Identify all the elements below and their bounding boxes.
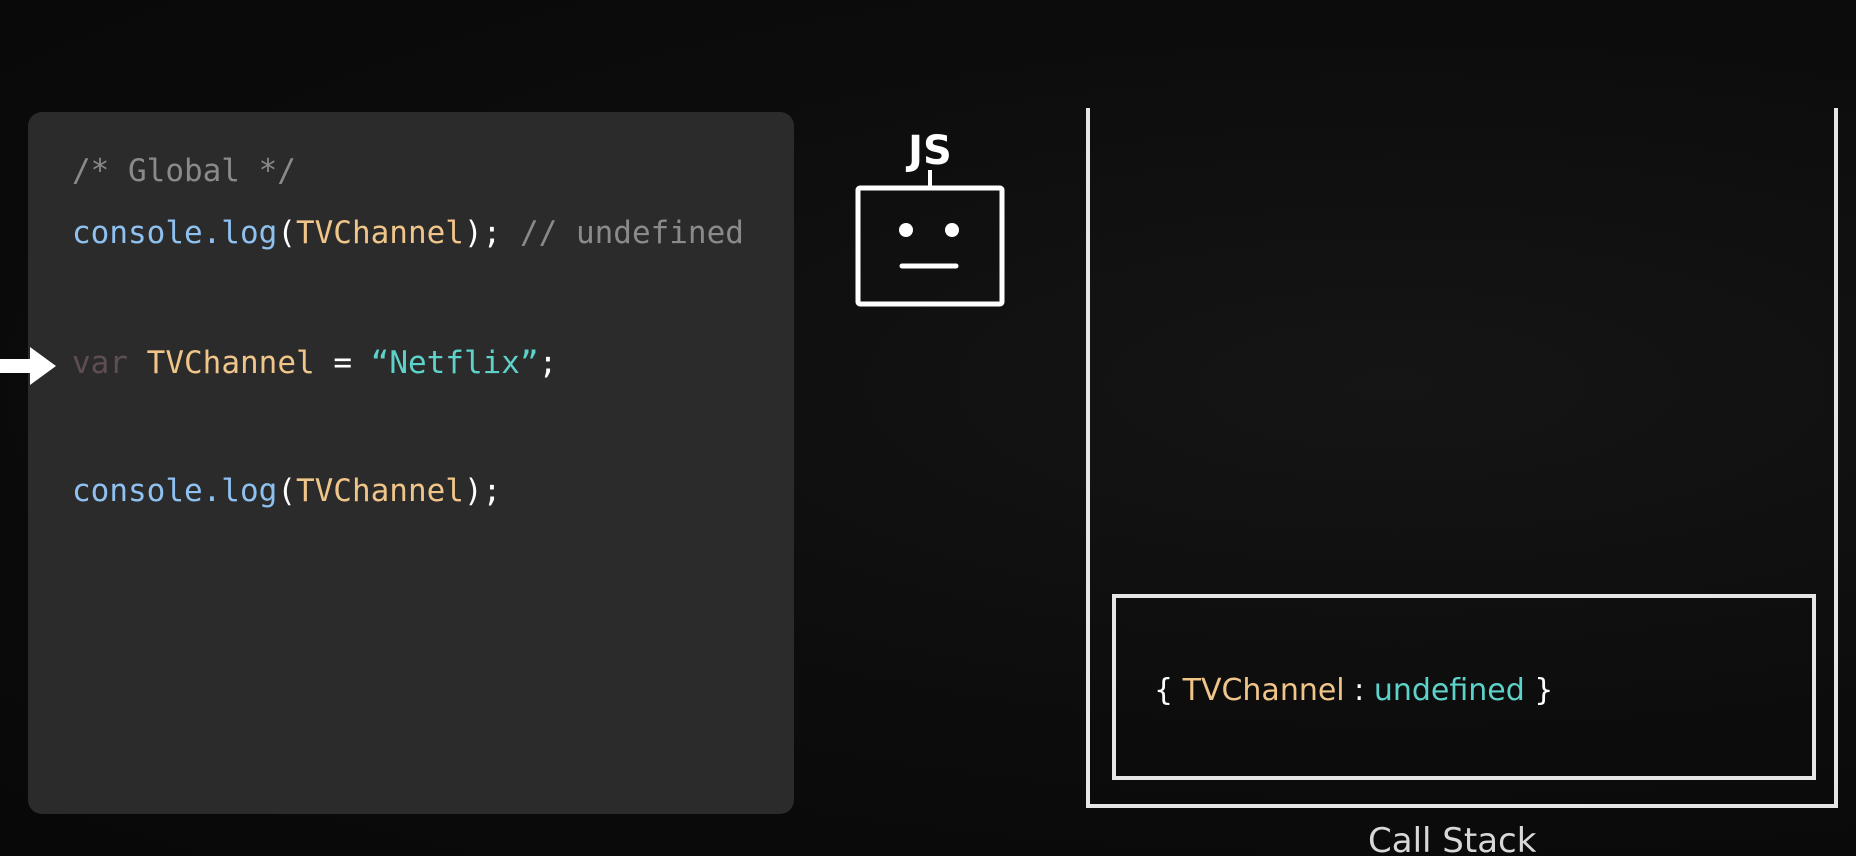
global-execution-context-frame: { TVChannel : undefined } [1112, 594, 1816, 780]
open-paren: ( [277, 473, 296, 509]
js-engine-robot: JS [850, 118, 1010, 318]
memory-entry: { TVChannel : undefined } [1154, 676, 1553, 706]
current-line-arrow-icon [0, 347, 56, 385]
code-line-console-log-2: console.log(TVChannel); [72, 476, 501, 507]
close-paren: ); [463, 215, 502, 251]
tvchannel-name: TVChannel [146, 345, 315, 381]
undefined-value: undefined [1373, 673, 1525, 708]
console-log-method: console.log [72, 215, 278, 251]
tvchannel-arg: TVChannel [295, 473, 464, 509]
semicolon: ; [538, 345, 558, 381]
close-brace: } [1524, 673, 1554, 708]
code-line-console-log-1: console.log(TVChannel); // undefined [72, 218, 744, 249]
tvchannel-key: TVChannel [1182, 673, 1345, 708]
var-keyword: var [72, 345, 128, 381]
code-panel: /* Global */ console.log(TVChannel); // … [28, 112, 794, 814]
undefined-comment: // undefined [501, 215, 744, 251]
equals-sign: = [314, 345, 371, 381]
code-line-var-declaration: var TVChannel = “Netflix”; [72, 348, 557, 379]
colon-separator: : [1344, 673, 1374, 708]
robot-icon: JS [855, 128, 1005, 307]
global-comment: /* Global */ [72, 153, 296, 189]
call-stack-caption: Call Stack [1368, 821, 1537, 856]
close-paren: ); [463, 473, 502, 509]
netflix-string: “Netflix” [370, 345, 539, 381]
open-paren: ( [277, 215, 296, 251]
open-brace: { [1154, 673, 1183, 708]
console-log-method: console.log [72, 473, 278, 509]
call-stack: { TVChannel : undefined } [1086, 108, 1838, 808]
code-line-comment: /* Global */ [72, 156, 296, 187]
js-label: JS [905, 128, 952, 174]
tvchannel-arg: TVChannel [295, 215, 464, 251]
